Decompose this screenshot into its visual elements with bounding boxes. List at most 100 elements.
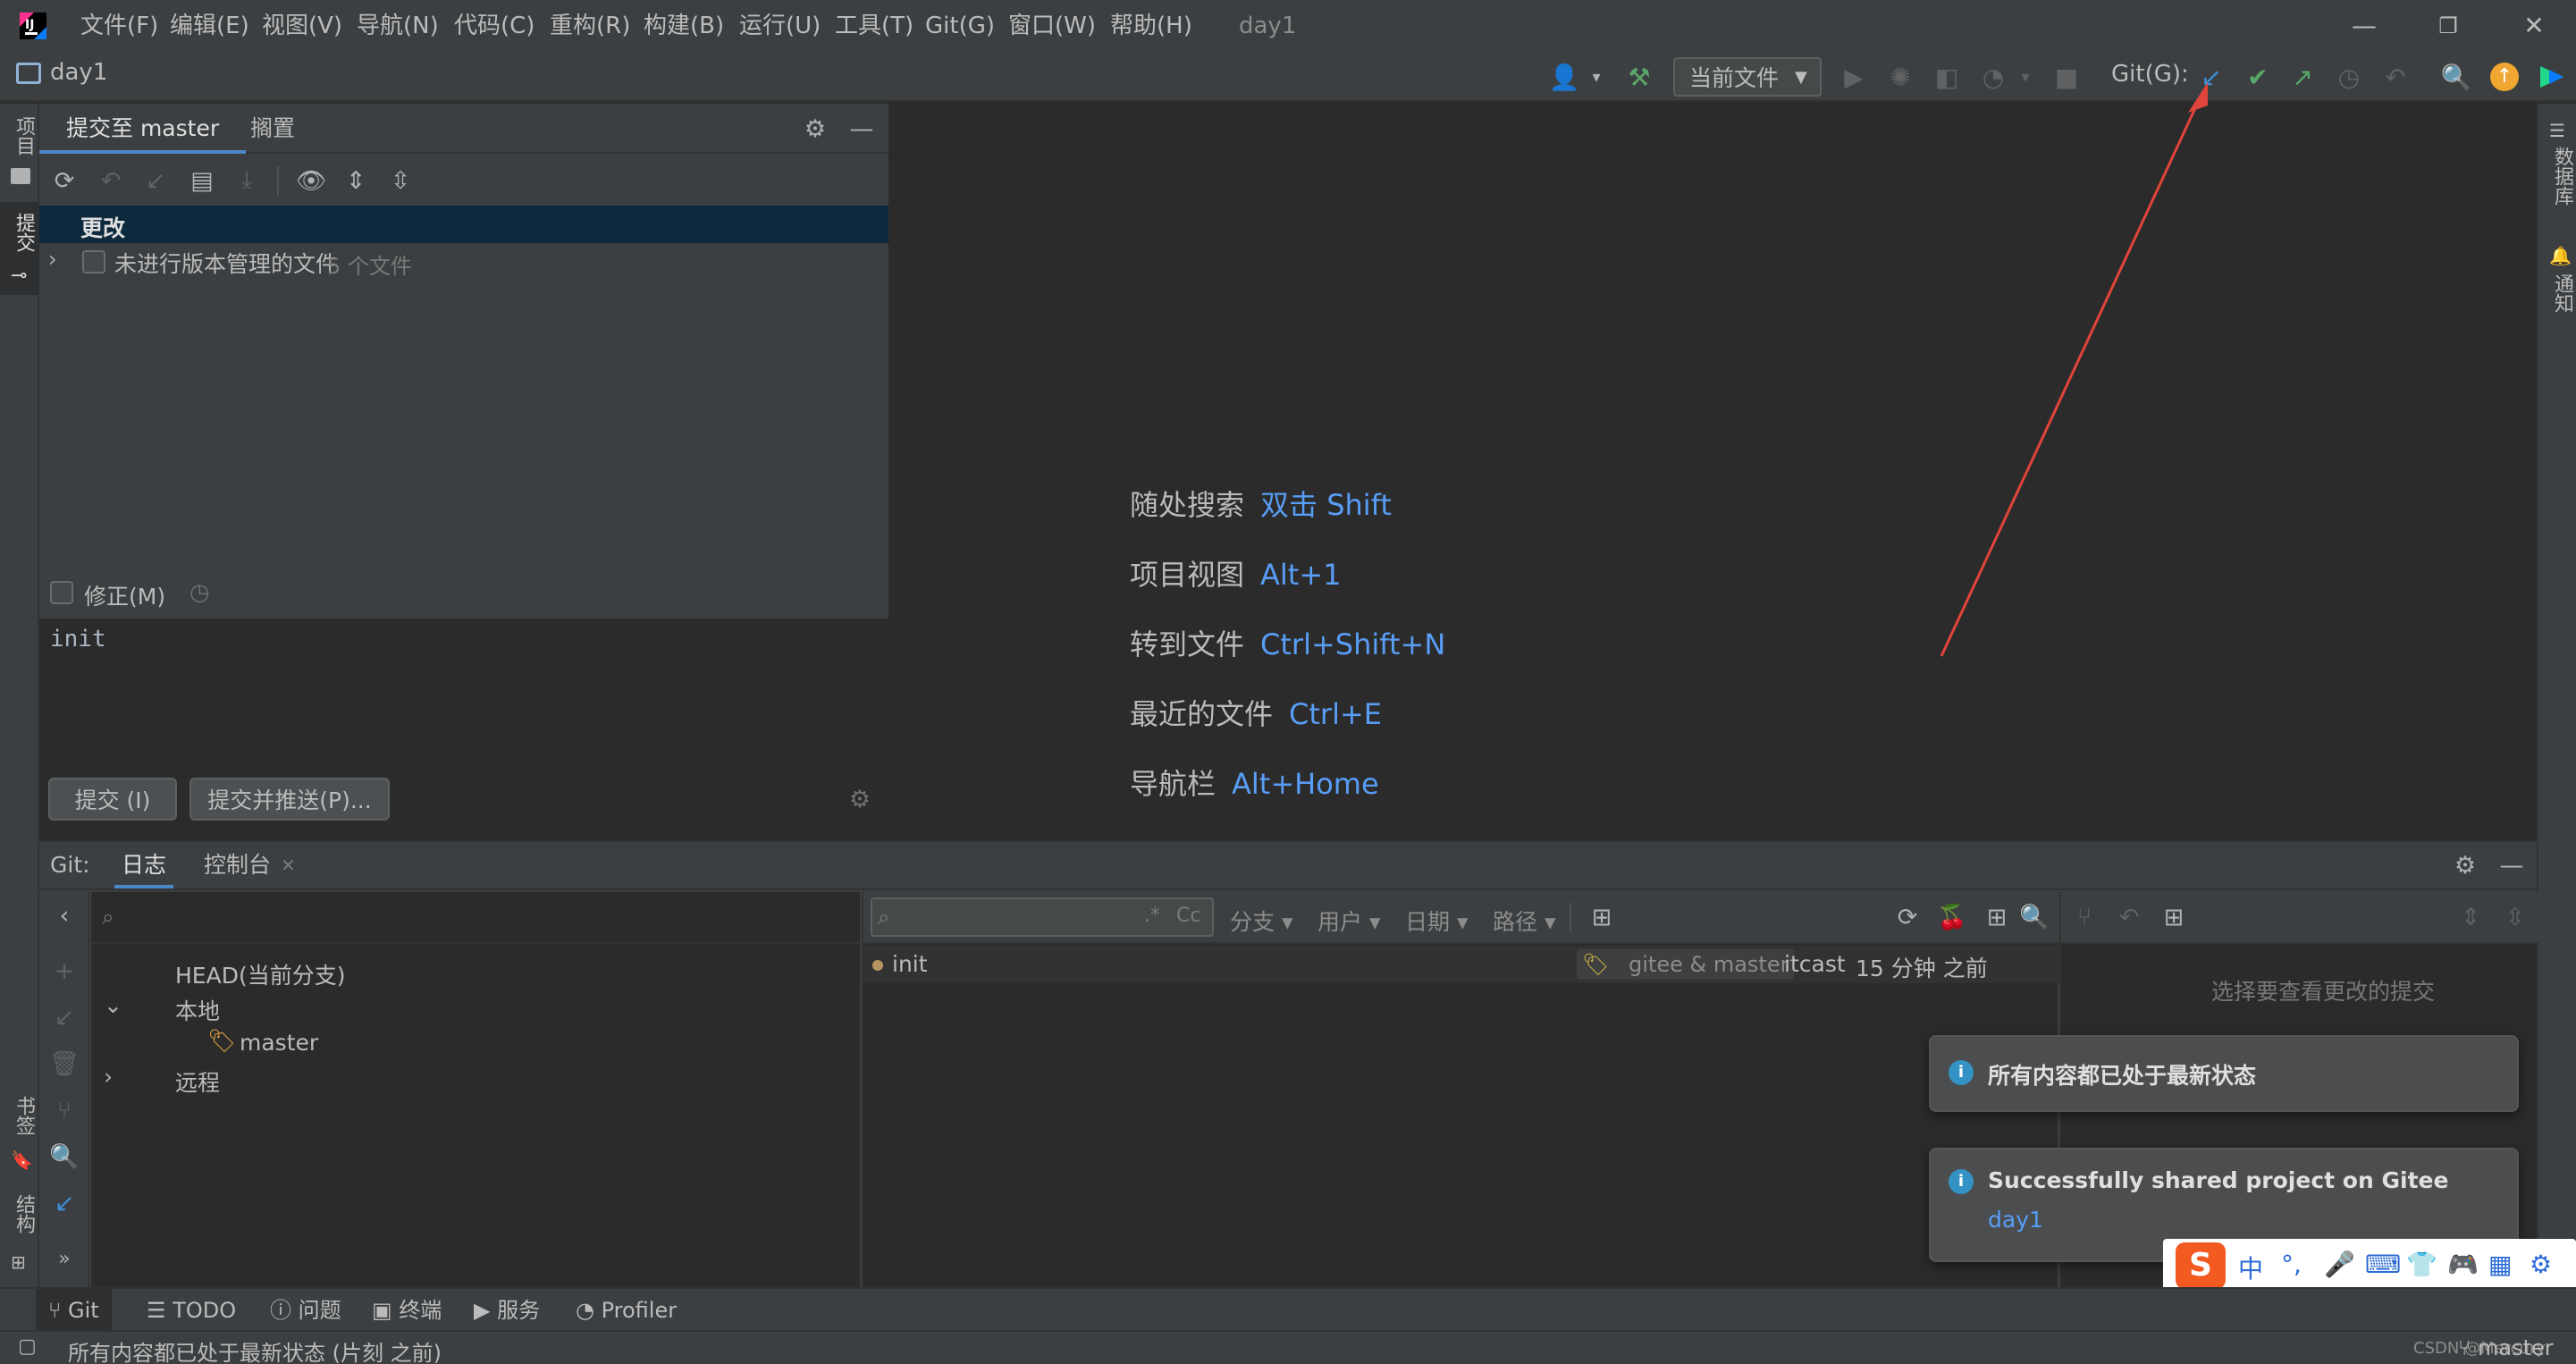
hide-panel-icon[interactable]: —: [846, 113, 878, 145]
commit-options-gear-icon[interactable]: ⚙: [844, 783, 876, 815]
merge-icon[interactable]: ⑂: [48, 1094, 80, 1126]
ime-lang-toggle[interactable]: 中: [2238, 1250, 2263, 1285]
download-icon[interactable]: ⤓: [231, 164, 263, 197]
stop-icon[interactable]: ■: [2049, 59, 2084, 95]
filter-user-dropdown[interactable]: 用户 ▾: [1317, 905, 1381, 937]
branch-local-group[interactable]: 本地: [175, 994, 220, 1026]
debug-icon[interactable]: ✺: [1882, 59, 1918, 95]
add-branch-icon[interactable]: +: [48, 955, 80, 987]
expand-details-icon[interactable]: ⇕: [2454, 901, 2487, 933]
refresh-log-icon[interactable]: ⟳: [1891, 901, 1924, 933]
coverage-icon[interactable]: ◧: [1929, 59, 1965, 95]
toolbox-icon[interactable]: ▦: [2488, 1250, 2512, 1279]
menu-code[interactable]: 代码(C): [454, 0, 535, 52]
notification-up-to-date[interactable]: i 所有内容都已处于最新状态: [1929, 1035, 2519, 1112]
git-hide-icon[interactable]: —: [2496, 849, 2528, 881]
account-dropdown-icon[interactable]: ▾: [1578, 59, 1614, 95]
bookmarks-tool-button[interactable]: 书签 🔖: [9, 1096, 35, 1176]
status-message[interactable]: 所有内容都已处于最新状态 (片刻 之前): [68, 1335, 442, 1364]
git-rollback-icon[interactable]: ↶: [2378, 59, 2413, 95]
eye-icon[interactable]: 👁: [295, 164, 327, 197]
menu-navigate[interactable]: 导航(N): [357, 0, 439, 52]
unversioned-row[interactable]: › 未进行版本管理的文件 5 个文件: [39, 243, 888, 279]
collapse-all-icon[interactable]: ⇳: [384, 164, 417, 197]
close-icon[interactable]: ✕: [2494, 0, 2574, 52]
tool-todo-button[interactable]: ☰ TODO: [147, 1289, 236, 1332]
menu-edit[interactable]: 编辑(E): [170, 0, 249, 52]
menu-window[interactable]: 窗口(W): [1008, 0, 1096, 52]
tab-shelf[interactable]: 搁置: [250, 104, 295, 154]
menu-tools[interactable]: 工具(T): [835, 0, 913, 52]
refresh-icon[interactable]: ⟳: [48, 164, 80, 197]
keyboard-icon[interactable]: ⌨: [2365, 1250, 2401, 1279]
branch-search-bar[interactable]: ⌕: [91, 892, 860, 944]
commit-message-editor[interactable]: init 提交 (I) 提交并推送(P)... ⚙: [39, 619, 888, 840]
tool-profiler-button[interactable]: ◔ Profiler: [576, 1289, 677, 1332]
commit-and-push-button[interactable]: 提交并推送(P)...: [189, 778, 390, 821]
regex-toggle-icon[interactable]: .*: [1144, 905, 1160, 927]
commit-message-text[interactable]: init: [50, 626, 106, 653]
more-actions-icon[interactable]: »: [48, 1242, 80, 1275]
menu-help[interactable]: 帮助(H): [1110, 0, 1192, 52]
notification-link[interactable]: day1: [1988, 1207, 2043, 1233]
revert-details-icon[interactable]: ↶: [2113, 901, 2145, 933]
search-log-icon[interactable]: 🔍: [2018, 901, 2050, 933]
unversioned-checkbox[interactable]: [82, 250, 105, 274]
git-update-icon[interactable]: ↙: [2193, 59, 2229, 95]
menu-run[interactable]: 运行(U): [739, 0, 821, 52]
view-options-icon[interactable]: ⊞: [1981, 901, 2013, 933]
menu-build[interactable]: 构建(B): [644, 0, 724, 52]
branch-remote-group[interactable]: 远程: [175, 1065, 220, 1098]
notifications-tool-button[interactable]: 🔔 通知: [2547, 245, 2573, 334]
gear-icon[interactable]: ⚙: [799, 113, 831, 145]
chevron-down-icon[interactable]: ⌄: [104, 992, 122, 1018]
amend-label[interactable]: 修正(M): [84, 579, 165, 611]
tab-commit[interactable]: 提交至 master: [39, 104, 247, 154]
tab-console[interactable]: 控制台: [204, 842, 271, 888]
skin-icon[interactable]: 👕: [2406, 1250, 2437, 1279]
filter-branch-dropdown[interactable]: 分支 ▾: [1230, 905, 1293, 937]
new-tab-icon[interactable]: ⊞: [1586, 901, 1618, 933]
expand-all-icon[interactable]: ⇕: [340, 164, 372, 197]
database-tool-button[interactable]: ☰ 数据库: [2547, 120, 2573, 227]
filter-date-dropdown[interactable]: 日期 ▾: [1405, 905, 1469, 937]
changes-header-row[interactable]: 更改: [39, 206, 888, 243]
match-case-toggle-icon[interactable]: Cc: [1176, 905, 1200, 927]
tab-log[interactable]: 日志: [114, 842, 174, 888]
update-project-icon[interactable]: ↙: [139, 164, 172, 197]
menu-refactor[interactable]: 重构(R): [550, 0, 630, 52]
ime-settings-icon[interactable]: ⚙: [2530, 1250, 2552, 1279]
ide-update-icon[interactable]: ↑: [2490, 63, 2519, 91]
jetbrains-toolbox-icon[interactable]: [2537, 63, 2567, 91]
git-history-icon[interactable]: ◷: [2331, 59, 2367, 95]
log-search-input[interactable]: ⌕ .* Cc: [871, 897, 1214, 937]
fetch-icon[interactable]: ↙: [48, 1187, 80, 1219]
delete-branch-icon[interactable]: 🗑: [48, 1048, 80, 1080]
microphone-icon[interactable]: 🎤: [2324, 1250, 2355, 1279]
history-clock-icon[interactable]: ◷: [189, 579, 210, 606]
search-everywhere-icon[interactable]: 🔍: [2438, 59, 2474, 95]
shelve-icon[interactable]: ▤: [186, 164, 218, 197]
ime-punct-toggle[interactable]: °,: [2281, 1250, 2302, 1279]
build-hammer-icon[interactable]: ⚒: [1621, 59, 1657, 95]
filter-path-dropdown[interactable]: 路径 ▾: [1493, 905, 1556, 937]
structure-tool-button[interactable]: 结构 ⊞: [9, 1194, 35, 1275]
cherry-pick-details-icon[interactable]: ⑂: [2068, 901, 2100, 933]
tool-terminal-button[interactable]: ▣ 终端: [372, 1289, 442, 1332]
status-branch[interactable]: ⑂ master: [2458, 1335, 2554, 1360]
more-run-dropdown-icon[interactable]: ▾: [2008, 59, 2043, 95]
commit-row[interactable]: init 🏷 gitee & master itcast 15 分钟 之前: [863, 946, 2059, 983]
update-branch-icon[interactable]: ↙: [48, 1001, 80, 1033]
chevron-right-icon[interactable]: ›: [48, 247, 57, 272]
restore-icon[interactable]: ❐: [2408, 0, 2488, 52]
account-icon[interactable]: 👤: [1546, 59, 1582, 95]
minimize-icon[interactable]: —: [2324, 0, 2404, 52]
git-commit-icon[interactable]: ✔: [2240, 59, 2276, 95]
tool-git-button[interactable]: ⑂ Git: [36, 1289, 112, 1332]
search-branch-icon[interactable]: 🔍: [48, 1141, 80, 1173]
branch-head[interactable]: HEAD(当前分支): [175, 958, 345, 990]
toggle-tool-windows-icon[interactable]: ▢: [18, 1335, 37, 1358]
branch-master[interactable]: master: [240, 1030, 318, 1056]
commit-tool-button[interactable]: 提交 ⊸: [0, 202, 39, 295]
run-config-select[interactable]: 当前文件 ▼: [1673, 57, 1822, 97]
